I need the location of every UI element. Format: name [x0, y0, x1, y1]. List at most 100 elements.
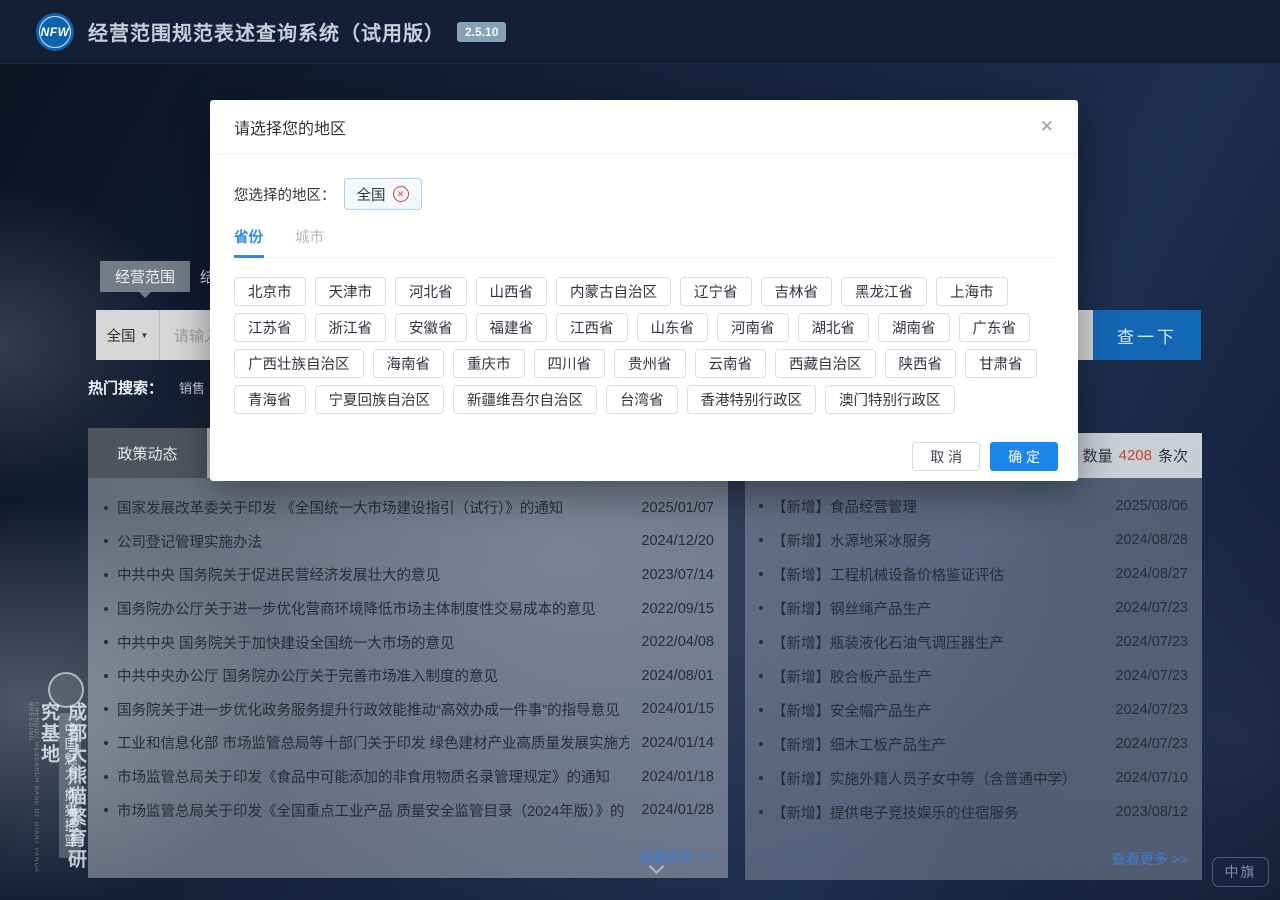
- province-chip[interactable]: 新疆维吾尔自治区: [453, 385, 597, 414]
- province-chip[interactable]: 湖南省: [878, 313, 950, 342]
- policy-item-title: 中共中央 国务院关于加快建设全国统一大市场的意见: [117, 632, 455, 653]
- policy-list-item[interactable]: 公司登记管理实施办法 2024/12/20: [104, 525, 714, 559]
- term-list-item[interactable]: 【新增】细木工板产品生产 2024/07/23: [759, 727, 1188, 761]
- province-chip[interactable]: 陕西省: [885, 349, 957, 378]
- policy-list-item[interactable]: 国务院关于进一步优化政务服务提升行政效能推动“高效办成一件事”的指导意见 202…: [104, 693, 714, 727]
- remove-region-icon[interactable]: ✕: [393, 186, 409, 202]
- province-chip[interactable]: 澳门特别行政区: [825, 385, 955, 414]
- province-chip[interactable]: 甘肃省: [965, 349, 1037, 378]
- province-chip[interactable]: 海南省: [373, 349, 445, 378]
- province-chip[interactable]: 四川省: [534, 349, 606, 378]
- policy-item-date: 2025/01/07: [629, 500, 714, 516]
- terms-view-more-link[interactable]: 查看更多 >>: [1112, 849, 1188, 869]
- bullet-icon: [104, 573, 108, 577]
- app-logo-text: NFW: [41, 25, 70, 39]
- selected-region-chip[interactable]: 全国 ✕: [344, 178, 422, 210]
- term-item-date: 2024/07/23: [1103, 736, 1188, 752]
- province-chip[interactable]: 内蒙古自治区: [556, 277, 671, 306]
- province-chip[interactable]: 宁夏回族自治区: [315, 385, 445, 414]
- terms-count-label: 数量: [1083, 445, 1113, 466]
- term-list-item[interactable]: 【新增】瓶装液化石油气调压器生产 2024/07/23: [759, 625, 1188, 659]
- policy-item-title: 国务院关于进一步优化政务服务提升行政效能推动“高效办成一件事”的指导意见: [117, 699, 620, 720]
- term-item-date: 2024/07/23: [1103, 600, 1188, 616]
- tab-province[interactable]: 省份: [234, 226, 263, 257]
- policy-list-item[interactable]: 中共中央 国务院关于加快建设全国统一大市场的意见 2022/04/08: [104, 625, 714, 659]
- province-chip[interactable]: 重庆市: [453, 349, 525, 378]
- tab-city[interactable]: 城市: [295, 226, 324, 257]
- bullet-icon: [104, 674, 108, 678]
- term-item-date: 2024/07/23: [1103, 634, 1188, 650]
- policy-list-item[interactable]: 市场监管总局关于印发《食品中可能添加的非食用物质名录管理规定》的通知 2024/…: [104, 760, 714, 794]
- policy-list-item[interactable]: 国家发展改革委关于印发 《全国统一大市场建设指引（试行）》的通知 2025/01…: [104, 491, 714, 525]
- modal-tabs: 省份 城市: [234, 226, 1054, 258]
- zhongqi-float-button[interactable]: 中旗: [1212, 857, 1269, 887]
- cancel-button[interactable]: 取 消: [912, 442, 980, 471]
- province-chip[interactable]: 吉林省: [761, 277, 833, 306]
- province-chip[interactable]: 香港特别行政区: [687, 385, 817, 414]
- policy-list-item[interactable]: 中共中央 国务院关于促进民营经济发展壮大的意见 2023/07/14: [104, 558, 714, 592]
- region-dropdown-value: 全国: [107, 325, 136, 346]
- policy-item-date: 2023/07/14: [629, 567, 714, 583]
- bullet-icon: [104, 808, 108, 812]
- tab-business-scope[interactable]: 经营范围: [100, 261, 190, 292]
- term-list-item[interactable]: 【新增】食品经营管理 2025/08/06: [759, 489, 1188, 523]
- term-list-item[interactable]: 【新增】提供电子竞技娱乐的住宿服务 2023/08/12: [759, 795, 1188, 829]
- bullet-icon: [104, 506, 108, 510]
- tab-policy-news[interactable]: 政策动态: [88, 428, 207, 478]
- app-logo-icon: NFW: [36, 13, 74, 51]
- hot-search-term[interactable]: 销售: [179, 378, 205, 397]
- term-list-item[interactable]: 【新增】安全帽产品生产 2024/07/23: [759, 693, 1188, 727]
- province-chip[interactable]: 辽宁省: [680, 277, 752, 306]
- search-button[interactable]: 查一下: [1093, 310, 1201, 360]
- bullet-icon: [759, 538, 763, 542]
- policy-item-date: 2024/12/20: [629, 533, 714, 549]
- province-chip[interactable]: 上海市: [936, 277, 1008, 306]
- province-chip[interactable]: 江苏省: [234, 313, 306, 342]
- province-chip[interactable]: 江西省: [556, 313, 628, 342]
- province-chip[interactable]: 湖北省: [798, 313, 870, 342]
- province-chip[interactable]: 黑龙江省: [841, 277, 927, 306]
- policy-list-item[interactable]: 市场监管总局关于印发《全国重点工业产品 质量安全监管目录（2024年版）》的 2…: [104, 793, 714, 827]
- policy-news-list: 国家发展改革委关于印发 《全国统一大市场建设指引（试行）》的通知 2025/01…: [88, 478, 728, 827]
- selected-region-chip-text: 全国: [357, 184, 386, 205]
- top-navbar: NFW 经营范围规范表述查询系统（试用版） 2.5.10: [0, 0, 1280, 64]
- term-list-item[interactable]: 【新增】工程机械设备价格鉴证评估 2024/08/27: [759, 557, 1188, 591]
- province-chip[interactable]: 北京市: [234, 277, 306, 306]
- term-list-item[interactable]: 【新增】水源地采冰服务 2024/08/28: [759, 523, 1188, 557]
- province-chip[interactable]: 西藏自治区: [775, 349, 876, 378]
- province-chip[interactable]: 福建省: [476, 313, 548, 342]
- province-chip[interactable]: 云南省: [695, 349, 767, 378]
- province-chip[interactable]: 广西壮族自治区: [234, 349, 364, 378]
- term-list-item[interactable]: 【新增】胶合板产品生产 2024/07/23: [759, 659, 1188, 693]
- close-icon[interactable]: ✕: [1040, 118, 1054, 135]
- policy-view-more-link[interactable]: 查看更多 >>: [638, 847, 714, 867]
- hot-search-label: 热门搜索：: [88, 377, 163, 398]
- policy-list-item[interactable]: 中共中央办公厅 国务院办公厅关于完善市场准入制度的意见 2024/08/01: [104, 659, 714, 693]
- policy-item-title: 中共中央 国务院关于促进民营经济发展壮大的意见: [117, 564, 440, 585]
- term-item-date: 2024/07/23: [1103, 668, 1188, 684]
- province-chip[interactable]: 天津市: [315, 277, 387, 306]
- policy-item-date: 2024/01/15: [629, 701, 714, 717]
- province-chip[interactable]: 台湾省: [606, 385, 678, 414]
- policy-item-title: 国务院办公厅关于进一步优化营商环境降低市场主体制度性交易成本的意见: [117, 598, 596, 619]
- policy-item-date: 2024/01/18: [629, 769, 714, 785]
- policy-list-item[interactable]: 国务院办公厅关于进一步优化营商环境降低市场主体制度性交易成本的意见 2022/0…: [104, 592, 714, 626]
- province-chip[interactable]: 浙江省: [315, 313, 387, 342]
- term-list-item[interactable]: 【新增】实施外籍人员子女中等（含普通中学） 2024/07/10: [759, 761, 1188, 795]
- province-chip[interactable]: 河南省: [717, 313, 789, 342]
- confirm-button[interactable]: 确 定: [990, 442, 1058, 471]
- term-list-item[interactable]: 【新增】钢丝绳产品生产 2024/07/23: [759, 591, 1188, 625]
- province-chip[interactable]: 青海省: [234, 385, 306, 414]
- province-chip[interactable]: 安徽省: [395, 313, 467, 342]
- policy-list-item[interactable]: 工业和信息化部 市场监管总局等十部门关于印发 绿色建材产业高质量发展实施方 20…: [104, 726, 714, 760]
- province-chip[interactable]: 山东省: [637, 313, 709, 342]
- modal-footer: 取 消 确 定: [912, 442, 1058, 471]
- term-item-title: 【新增】安全帽产品生产: [772, 700, 932, 721]
- term-item-date: 2024/07/10: [1103, 770, 1188, 786]
- province-chip[interactable]: 贵州省: [614, 349, 686, 378]
- policy-item-title: 工业和信息化部 市场监管总局等十部门关于印发 绿色建材产业高质量发展实施方: [117, 732, 629, 753]
- province-chip[interactable]: 广东省: [959, 313, 1031, 342]
- province-chip[interactable]: 河北省: [395, 277, 467, 306]
- province-chip[interactable]: 山西省: [476, 277, 548, 306]
- region-dropdown[interactable]: 全国 ▼: [96, 310, 160, 360]
